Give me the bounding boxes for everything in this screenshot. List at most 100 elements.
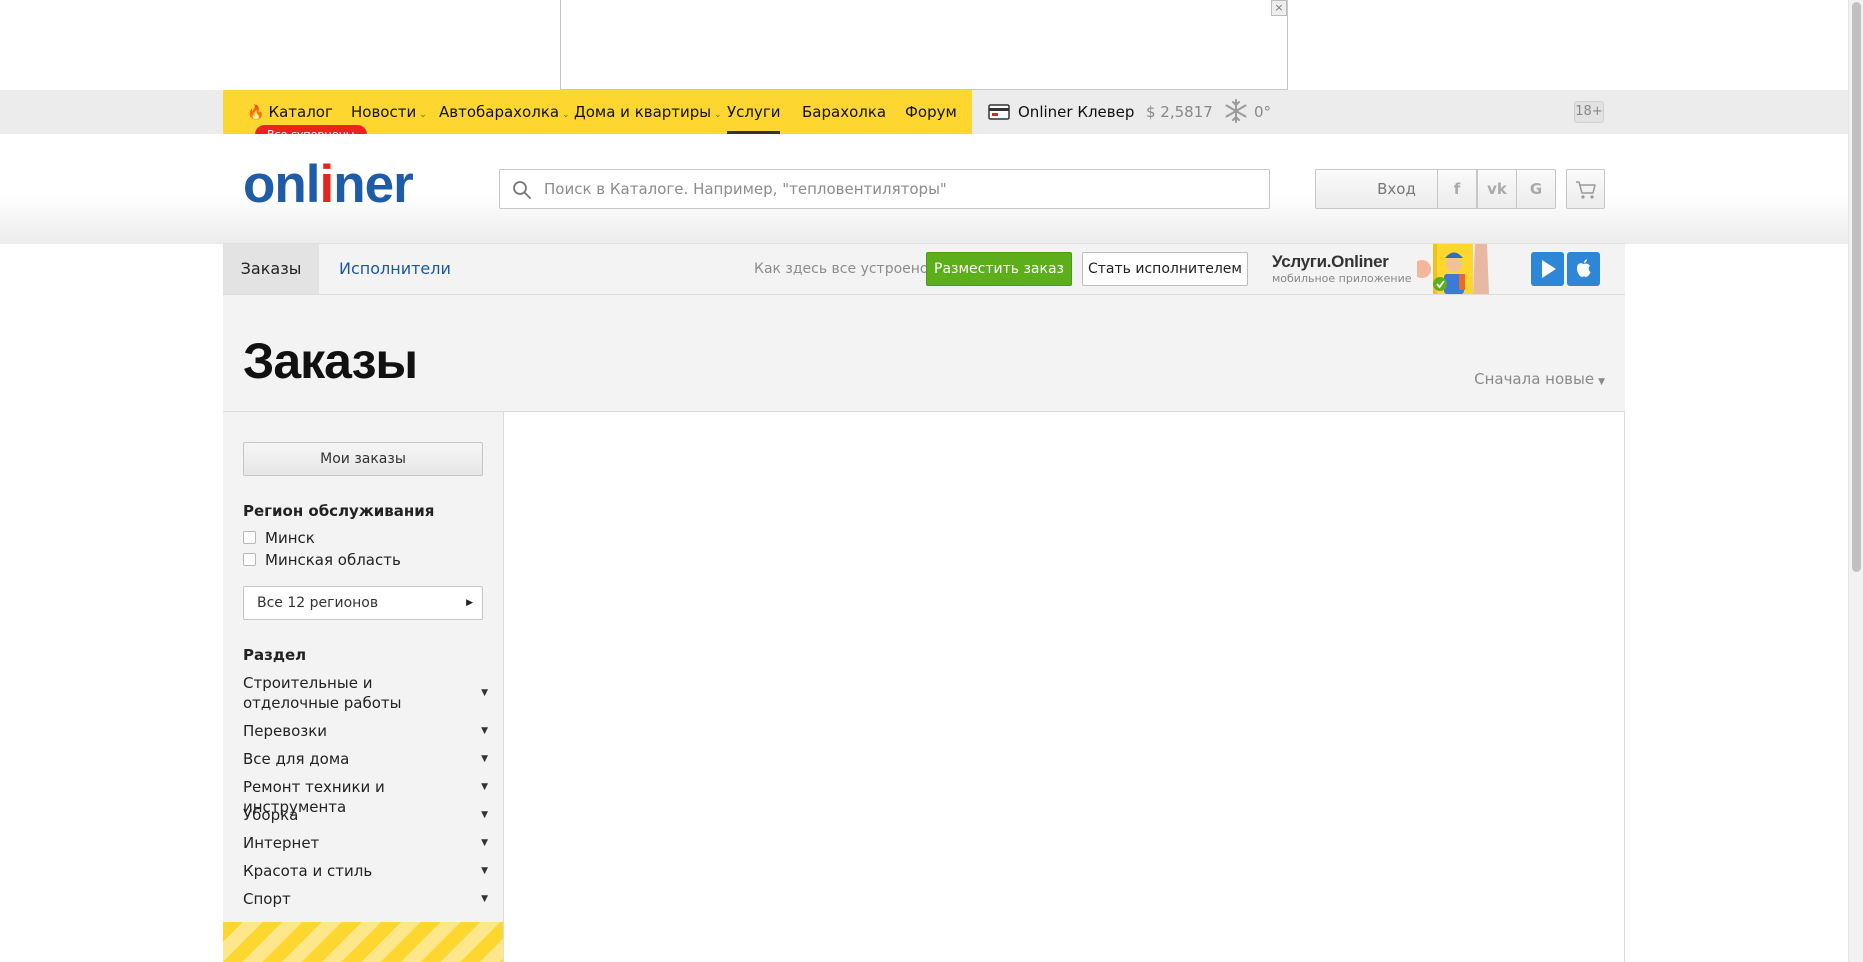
worker-illustration-icon <box>1417 244 1527 294</box>
caret-down-icon: ▼ <box>1598 377 1605 387</box>
nav-item-baraholka[interactable]: Барахолка <box>802 90 886 134</box>
facebook-button[interactable]: f <box>1437 169 1477 209</box>
caret-down-icon: ▼ <box>481 838 488 848</box>
my-orders-button[interactable]: Мои заказы <box>243 442 483 476</box>
caret-down-icon: ▼ <box>481 782 488 792</box>
logo-part: ner <box>333 155 413 214</box>
sort-dropdown[interactable]: Сначала новые ▼ <box>1474 370 1605 388</box>
klever-label: Onliner Клевер <box>1018 103 1135 121</box>
apple-icon <box>1577 259 1591 277</box>
checkbox[interactable] <box>243 531 256 544</box>
category-beauty[interactable]: Красота и стиль ▼ <box>243 861 488 881</box>
title-bar: Заказы Сначала новые ▼ <box>223 295 1625 412</box>
category-internet[interactable]: Интернет ▼ <box>243 833 488 853</box>
facebook-icon: f <box>1453 180 1461 198</box>
caret-down-icon: ▼ <box>481 894 488 904</box>
google-play-button[interactable] <box>1531 252 1564 286</box>
card-icon <box>988 104 1010 120</box>
caret-down-icon: ▼ <box>481 866 488 876</box>
category-home[interactable]: Все для дома ▼ <box>243 749 488 769</box>
orders-list <box>504 412 1625 962</box>
age-badge: 18+ <box>1574 101 1604 123</box>
nav-label: Дома и квартиры <box>574 103 712 121</box>
vk-icon: vk <box>1487 180 1507 198</box>
weather[interactable]: 0° <box>1224 90 1271 134</box>
checkbox[interactable] <box>243 553 256 566</box>
services-subnav: Заказы Исполнители Как здесь все устроен… <box>223 243 1625 295</box>
nav-item-realty[interactable]: Дома и квартиры ⌄ <box>574 90 722 134</box>
category-label: Перевозки <box>243 722 328 740</box>
play-store-icon <box>1542 260 1556 278</box>
logo-part: onl <box>243 155 320 214</box>
ad-strip: × <box>0 0 1848 90</box>
search-icon <box>513 181 531 199</box>
nav-label: Услуги <box>727 103 781 121</box>
category-label: Красота и стиль <box>243 862 373 880</box>
how-it-works-link[interactable]: Как здесь все устроено? <box>754 244 936 294</box>
category-label: Уборка <box>243 806 299 824</box>
cart-icon <box>1576 181 1596 199</box>
tab-performers[interactable]: Исполнители <box>339 244 451 294</box>
nav-item-klever[interactable]: Onliner Клевер <box>988 90 1134 134</box>
category-label: Все для дома <box>243 750 350 768</box>
nav-label: Каталог <box>268 103 333 121</box>
chevron-down-icon: ⌄ <box>714 110 722 120</box>
become-performer-button[interactable]: Стать исполнителем <box>1082 252 1248 286</box>
region-checkbox-minsk[interactable]: Минск <box>243 529 315 547</box>
nav-label: Форум <box>905 103 957 121</box>
category-label: Строительные и отделочные работы <box>243 674 402 712</box>
search-box <box>499 169 1270 209</box>
category-label: Интернет <box>243 834 320 852</box>
vk-button[interactable]: vk <box>1477 169 1517 209</box>
app-promo-title[interactable]: Услуги.Onliner <box>1272 252 1389 272</box>
page-scrollbar[interactable] <box>1848 0 1863 962</box>
close-icon[interactable]: × <box>1271 0 1287 16</box>
category-cleaning[interactable]: Уборка ▼ <box>243 805 488 825</box>
search-input[interactable] <box>544 170 1244 208</box>
nav-label: Автобарахолка <box>439 103 560 121</box>
google-icon: G <box>1529 180 1543 198</box>
caret-down-icon: ▼ <box>481 754 488 764</box>
caret-down-icon: ▼ <box>481 726 488 736</box>
region-checkbox-minsk-oblast[interactable]: Минская область <box>243 551 401 569</box>
nav-label: Барахолка <box>802 103 887 121</box>
ad-banner[interactable]: × <box>560 0 1288 90</box>
caret-down-icon: ▼ <box>481 810 488 820</box>
place-order-button[interactable]: Разместить заказ <box>926 252 1072 286</box>
scrollbar-thumb[interactable] <box>1852 2 1861 572</box>
cart-button[interactable] <box>1566 169 1605 209</box>
checkbox-label: Минская область <box>265 551 401 569</box>
onliner-logo[interactable]: onliner <box>243 155 414 215</box>
caret-right-icon: ▶ <box>466 598 473 608</box>
category-construction[interactable]: Строительные и отделочные работы ▼ <box>243 673 488 713</box>
nav-label: Новости <box>351 103 417 121</box>
app-store-button[interactable] <box>1567 252 1600 286</box>
chevron-down-icon: ⌄ <box>419 110 427 120</box>
chevron-down-icon: ⌄ <box>562 110 570 120</box>
region-title: Регион обслуживания <box>243 502 435 520</box>
caret-down-icon: ▼ <box>481 688 488 698</box>
category-sport[interactable]: Спорт ▼ <box>243 889 488 909</box>
promo-stripes <box>223 922 503 962</box>
logo-part: i <box>319 155 334 214</box>
nav-item-services[interactable]: Услуги <box>727 90 781 134</box>
filters-sidebar: Мои заказы Регион обслуживания Минск Мин… <box>223 412 504 962</box>
all-regions-button[interactable]: Все 12 регионов ▶ <box>243 586 483 620</box>
nav-item-forum[interactable]: Форум <box>905 90 957 134</box>
page-title: Заказы <box>243 333 418 389</box>
sort-label: Сначала новые <box>1474 370 1595 388</box>
app-promo-subtitle: мобильное приложение <box>1272 272 1412 285</box>
currency-rate[interactable]: $ 2,5817 <box>1146 90 1213 134</box>
page: × 🔥 Каталог Новости ⌄ Автобарахолка ⌄ Дома … <box>0 0 1863 962</box>
all-regions-label: Все 12 регионов <box>257 595 379 611</box>
nav-item-auto[interactable]: Автобарахолка ⌄ <box>439 90 570 134</box>
section-title: Раздел <box>243 646 307 664</box>
snowflake-icon <box>1225 99 1247 123</box>
category-label: Спорт <box>243 890 291 908</box>
flame-icon: 🔥 <box>247 105 265 121</box>
weather-temp: 0° <box>1254 103 1272 121</box>
google-button[interactable]: G <box>1516 169 1556 209</box>
tab-orders[interactable]: Заказы <box>223 244 319 294</box>
checkbox-label: Минск <box>265 529 315 547</box>
category-transport[interactable]: Перевозки ▼ <box>243 721 488 741</box>
